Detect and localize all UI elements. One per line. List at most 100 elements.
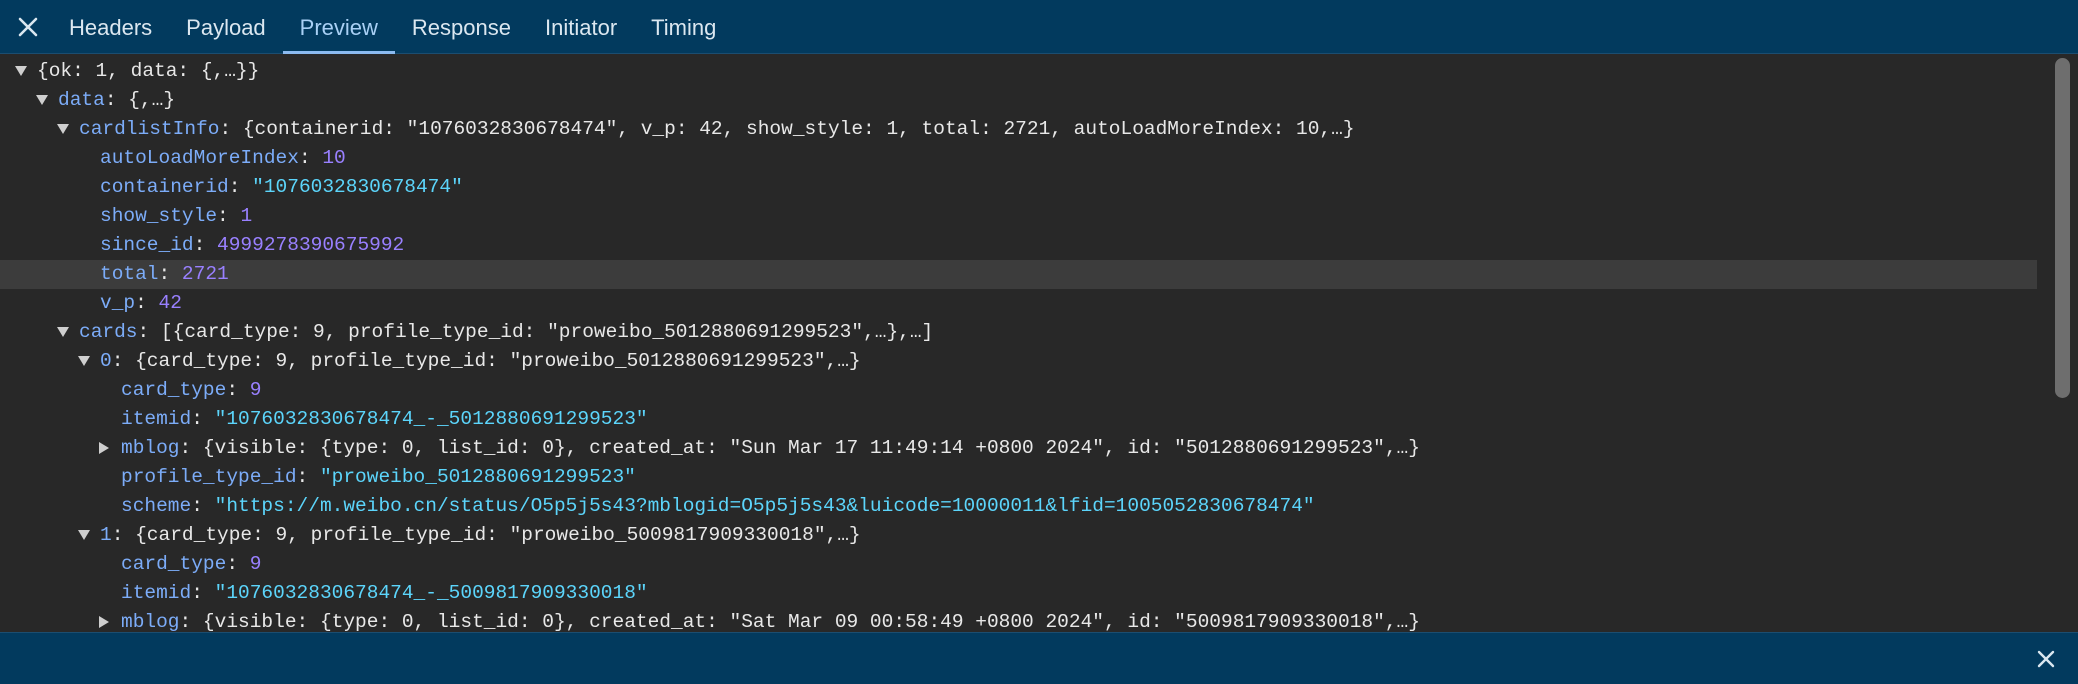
- triangle-down-icon[interactable]: [78, 356, 90, 366]
- tree-row[interactable]: mblog: {visible: {type: 0, list_id: 0}, …: [0, 608, 2037, 632]
- property-key: cards: [79, 321, 138, 343]
- property-value: 9: [249, 553, 262, 575]
- property-key: containerid: [100, 176, 229, 198]
- property-value: 9: [249, 379, 262, 401]
- property-summary: {containerid: "1076032830678474", v_p: 4…: [242, 118, 1355, 140]
- property-key: itemid: [121, 408, 192, 430]
- tree-row-text: cardlistInfo: {containerid: "10760328306…: [79, 118, 1355, 140]
- property-value: 42: [158, 292, 182, 314]
- tree-row: v_p: 42: [0, 289, 2037, 318]
- triangle-down-icon[interactable]: [57, 124, 69, 134]
- tree-row: show_style: 1: [0, 202, 2037, 231]
- tree-row-text: show_style: 1: [100, 205, 253, 227]
- property-summary: {,…}: [128, 89, 176, 111]
- property-summary: {card_type: 9, profile_type_id: "proweib…: [135, 524, 861, 546]
- tree-row[interactable]: 0: {card_type: 9, profile_type_id: "prow…: [0, 347, 2037, 376]
- tree-row-text: containerid: "1076032830678474": [100, 176, 463, 198]
- property-key: 0: [100, 350, 112, 372]
- property-value: "proweibo_5012880691299523": [319, 466, 636, 488]
- tab-preview[interactable]: Preview: [282, 0, 395, 54]
- tree-row-text: 0: {card_type: 9, profile_type_id: "prow…: [100, 350, 861, 372]
- property-key: cardlistInfo: [79, 118, 220, 140]
- property-key: total: [100, 263, 159, 285]
- property-value: "https://m.weibo.cn/status/O5p5j5s43?mbl…: [214, 495, 1315, 517]
- triangle-right-icon[interactable]: [99, 616, 109, 628]
- property-summary: {visible: {type: 0, list_id: 0}, created…: [202, 437, 1420, 459]
- tree-row[interactable]: {ok: 1, data: {,…}}: [0, 57, 2037, 86]
- tree-row: card_type: 9: [0, 376, 2037, 405]
- close-icon[interactable]: [2034, 647, 2058, 671]
- triangle-down-icon[interactable]: [57, 327, 69, 337]
- tree-row-text: itemid: "1076032830678474_-_500981790933…: [121, 582, 648, 604]
- property-key: mblog: [121, 437, 180, 459]
- tab-response[interactable]: Response: [395, 0, 528, 54]
- property-value: 4999278390675992: [217, 234, 405, 256]
- property-summary: [{card_type: 9, profile_type_id: "prowei…: [160, 321, 934, 343]
- property-value: "1076032830678474_-_5009817909330018": [214, 582, 648, 604]
- tree-row-text: v_p: 42: [100, 292, 182, 314]
- property-summary: {card_type: 9, profile_type_id: "proweib…: [135, 350, 861, 372]
- tree-row: total: 2721: [0, 260, 2037, 289]
- tree-row[interactable]: cardlistInfo: {containerid: "10760328306…: [0, 115, 2037, 144]
- close-icon[interactable]: [14, 13, 42, 41]
- tree-row: itemid: "1076032830678474_-_501288069129…: [0, 405, 2037, 434]
- tree-row-text: cards: [{card_type: 9, profile_type_id: …: [79, 321, 934, 343]
- tree-row-text: mblog: {visible: {type: 0, list_id: 0}, …: [121, 611, 1420, 632]
- drawer-bar: [0, 632, 2078, 684]
- property-key: 1: [100, 524, 112, 546]
- devtools-tab-bar: Headers Payload Preview Response Initiator Ti…: [0, 0, 2078, 54]
- property-key: data: [58, 89, 105, 111]
- triangle-down-icon[interactable]: [15, 66, 27, 76]
- triangle-right-icon[interactable]: [99, 442, 109, 454]
- tree-row-text: itemid: "1076032830678474_-_501288069129…: [121, 408, 648, 430]
- tree-row-text: profile_type_id: "proweibo_5012880691299…: [121, 466, 636, 488]
- tree-row-text: scheme: "https://m.weibo.cn/status/O5p5j…: [121, 495, 1315, 517]
- tree-row-text: autoLoadMoreIndex: 10: [100, 147, 346, 169]
- property-key: itemid: [121, 582, 192, 604]
- tree-row-text: mblog: {visible: {type: 0, list_id: 0}, …: [121, 437, 1420, 459]
- tree-row-text: data: {,…}: [58, 89, 176, 111]
- property-key: show_style: [100, 205, 218, 227]
- property-value: "1076032830678474_-_5012880691299523": [214, 408, 648, 430]
- tree-row: itemid: "1076032830678474_-_500981790933…: [0, 579, 2037, 608]
- property-value: 1: [240, 205, 253, 227]
- scrollbar-thumb[interactable]: [2055, 58, 2070, 398]
- tree-row-text: card_type: 9: [121, 379, 262, 401]
- property-key: v_p: [100, 292, 136, 314]
- tree-row: profile_type_id: "proweibo_5012880691299…: [0, 463, 2037, 492]
- tree-row-text: total: 2721: [100, 263, 229, 285]
- property-summary: {ok: 1, data: {,…}}: [37, 60, 260, 82]
- tree-row[interactable]: cards: [{card_type: 9, profile_type_id: …: [0, 318, 2037, 347]
- tab-payload[interactable]: Payload: [169, 0, 283, 54]
- tree-row: since_id: 4999278390675992: [0, 231, 2037, 260]
- property-key: scheme: [121, 495, 192, 517]
- property-key: since_id: [100, 234, 194, 256]
- tree-row[interactable]: mblog: {visible: {type: 0, list_id: 0}, …: [0, 434, 2037, 463]
- triangle-down-icon[interactable]: [36, 95, 48, 105]
- tab-initiator[interactable]: Initiator: [528, 0, 634, 54]
- tree-row[interactable]: 1: {card_type: 9, profile_type_id: "prow…: [0, 521, 2037, 550]
- tab-headers[interactable]: Headers: [52, 0, 169, 54]
- tree-row-text: since_id: 4999278390675992: [100, 234, 405, 256]
- tree-row-text: 1: {card_type: 9, profile_type_id: "prow…: [100, 524, 861, 546]
- triangle-down-icon[interactable]: [78, 530, 90, 540]
- property-key: mblog: [121, 611, 180, 632]
- tree-row: autoLoadMoreIndex: 10: [0, 144, 2037, 173]
- tree-row: scheme: "https://m.weibo.cn/status/O5p5j…: [0, 492, 2037, 521]
- property-summary: {visible: {type: 0, list_id: 0}, created…: [202, 611, 1420, 632]
- property-key: profile_type_id: [121, 466, 297, 488]
- tree-row[interactable]: data: {,…}: [0, 86, 2037, 115]
- property-value: "1076032830678474": [252, 176, 463, 198]
- tree-row-text: {ok: 1, data: {,…}}: [37, 57, 259, 86]
- property-key: autoLoadMoreIndex: [100, 147, 299, 169]
- property-key: card_type: [121, 553, 227, 575]
- vertical-scrollbar[interactable]: [2052, 56, 2074, 631]
- property-value: 10: [322, 147, 346, 169]
- tree-row-text: card_type: 9: [121, 553, 262, 575]
- tab-strip: Headers Payload Preview Response Initiator Ti…: [52, 0, 733, 54]
- preview-tree: {ok: 1, data: {,…}} data: {,…} cardlistInf…: [0, 55, 2050, 632]
- property-key: card_type: [121, 379, 227, 401]
- property-value: 2721: [181, 263, 229, 285]
- tab-timing[interactable]: Timing: [634, 0, 733, 54]
- tree-row: containerid: "1076032830678474": [0, 173, 2037, 202]
